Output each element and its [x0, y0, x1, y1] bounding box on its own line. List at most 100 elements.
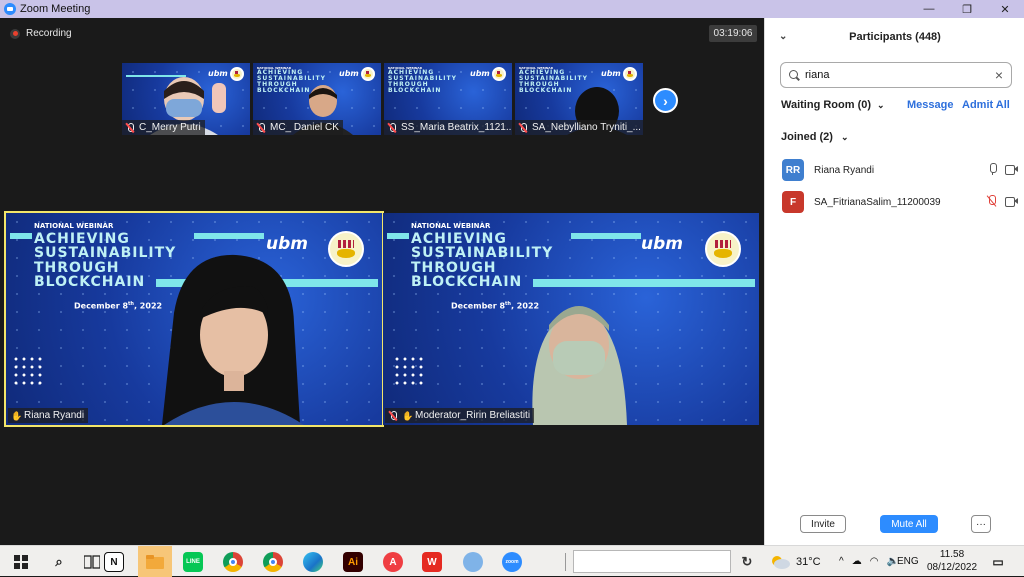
clock[interactable]: 11.58 08/12/2022 [926, 548, 978, 574]
speaker-video [162, 254, 304, 425]
participant-row[interactable]: F SA_FitrianaSalim_11200039 [782, 190, 1018, 214]
thumbnail-name-tag: C_Merry Putri [122, 120, 205, 135]
zoom-icon[interactable]: zoom [502, 552, 522, 572]
close-icon[interactable]: ✕ [986, 0, 1024, 18]
seal-logo [328, 231, 364, 267]
notification-icon[interactable]: ▭ [988, 552, 1008, 572]
seal-logo [492, 67, 506, 81]
record-icon [10, 28, 20, 39]
address-field[interactable] [573, 550, 731, 573]
wifi-icon[interactable]: ◠ [870, 556, 879, 567]
participant-name: C_Merry Putri [139, 122, 201, 133]
tile-name-tag: ✋ Moderator_Ririn Breliastiti [385, 408, 535, 423]
window-controls: — ❐ ✕ [910, 0, 1024, 18]
window-title: Zoom Meeting [20, 3, 91, 15]
ubm-logo: ubm [641, 234, 683, 254]
windows-start-icon[interactable] [11, 552, 31, 572]
camera-icon[interactable] [1005, 164, 1018, 175]
ubm-logo: ubm [601, 69, 621, 78]
participant-tile[interactable]: NATIONAL WEBINAR ACHIEVING SUSTAINABILITY… [383, 213, 759, 425]
more-options-button[interactable]: ··· [971, 515, 991, 533]
video-thumbnail[interactable]: NATIONAL WEBINAR ACHIEVING SUSTAINABILITY… [515, 63, 643, 135]
mic-icon[interactable] [988, 163, 997, 175]
joined-header[interactable]: Joined (2) ⌄ [781, 131, 849, 143]
participant-name: Moderator_Ririn Breliastiti [415, 410, 531, 421]
mic-muted-icon [125, 122, 135, 133]
mic-muted-icon [387, 122, 397, 133]
date: 08/12/2022 [926, 562, 978, 573]
camera-icon[interactable] [1005, 196, 1018, 207]
time: 11.58 [939, 549, 965, 560]
thumbnail-name-tag: MC_ Daniel CK [253, 120, 343, 135]
tile-name-tag: ✋ Riana Ryandi [8, 408, 89, 423]
wps-office-icon[interactable]: W [422, 552, 442, 572]
participant-search[interactable]: × [780, 62, 1012, 88]
moderator-video [532, 306, 627, 425]
active-speaker-tile[interactable]: NATIONAL WEBINAR ACHIEVING SUSTAINABILITY… [4, 211, 384, 427]
input-language[interactable]: ENG [897, 546, 919, 577]
message-link[interactable]: Message [907, 99, 953, 111]
clear-search-icon[interactable]: × [995, 67, 1003, 83]
chrome-icon[interactable] [223, 552, 243, 572]
thumbnail-name-tag: SA_Nebylliano Tryniti_... [515, 120, 643, 135]
refresh-icon[interactable]: ↻ [737, 552, 757, 572]
waiting-room-header[interactable]: Waiting Room (0) ⌄ [781, 99, 885, 111]
panel-title: Participants (448) [849, 31, 941, 43]
hand-icon: ✋ [402, 410, 414, 421]
ubm-logo: ubm [339, 69, 359, 78]
illustrator-icon[interactable]: Ai [343, 552, 363, 572]
anydesk-icon[interactable]: A [383, 552, 403, 572]
task-view-icon[interactable] [82, 552, 102, 572]
hand-icon: ✋ [11, 410, 23, 421]
system-tray: ^ ☁ ◠ 🔈 [839, 546, 899, 577]
participant-name: SS_Maria Beatrix_1121... [401, 122, 512, 133]
mic-muted-icon [256, 122, 266, 133]
participant-name: SA_FitrianaSalim_11200039 [814, 196, 941, 208]
title-bar: Zoom Meeting — ❐ ✕ [0, 0, 1024, 18]
webinar-label: NATIONAL WEBINAR [411, 222, 491, 230]
zoom-app-icon [4, 3, 16, 15]
admit-all-link[interactable]: Admit All [962, 99, 1010, 111]
avatar: RR [782, 159, 804, 181]
recording-indicator[interactable]: Recording [10, 28, 72, 39]
participant-name: Riana Ryandi [814, 164, 875, 176]
video-thumbnail[interactable]: NATIONAL WEBINAR ACHIEVING SUSTAINABILITY… [253, 63, 381, 135]
video-thumbnail[interactable]: NATIONAL WEBINAR ACHIEVING SUSTAINABILITY… [384, 63, 512, 135]
ubm-logo: ubm [266, 234, 308, 254]
webinar-label: NATIONAL WEBINAR [34, 222, 114, 230]
restore-icon[interactable]: ❐ [948, 0, 986, 18]
meeting-timer: 03:19:06 [709, 25, 757, 42]
avatar: F [782, 191, 804, 213]
participant-name: MC_ Daniel CK [270, 122, 339, 133]
chevron-up-icon[interactable]: ^ [839, 556, 844, 567]
video-thumbnail[interactable]: ubm C_Merry Putri [122, 63, 250, 135]
mic-muted-icon[interactable] [986, 195, 996, 207]
minimize-icon[interactable]: — [910, 0, 948, 18]
search-icon[interactable]: ⌕ [49, 552, 69, 572]
notion-icon[interactable]: N [104, 552, 124, 572]
participants-panel: ⌄ Participants (448) × Waiting Room (0) … [764, 18, 1024, 545]
weather-widget[interactable]: 31°C [770, 546, 821, 577]
edge-icon[interactable] [303, 552, 323, 572]
weather-icon [772, 555, 790, 569]
meeting-area: Recording 03:19:06 ubm C_Merry Putri NAT… [0, 18, 764, 545]
network-app-icon[interactable] [463, 552, 483, 572]
chevron-down-icon: ⌄ [877, 99, 885, 110]
participant-name: SA_Nebylliano Tryniti_... [532, 122, 641, 133]
chevron-right-icon: › [663, 92, 668, 109]
thumbnail-name-tag: SS_Maria Beatrix_1121... [384, 120, 512, 135]
chevron-down-icon: ⌄ [840, 131, 849, 142]
line-icon[interactable]: LINE [183, 552, 203, 572]
chrome-icon[interactable] [263, 552, 283, 572]
chevron-down-icon[interactable]: ⌄ [779, 31, 787, 42]
ubm-logo: ubm [470, 69, 490, 78]
mute-all-button[interactable]: Mute All [880, 515, 938, 533]
temperature: 31°C [796, 555, 821, 568]
invite-button[interactable]: Invite [800, 515, 846, 533]
next-page-button[interactable]: › [653, 88, 678, 113]
search-input[interactable] [805, 69, 990, 81]
participant-row[interactable]: RR Riana Ryandi [782, 158, 1018, 182]
cloud-icon[interactable]: ☁ [852, 556, 862, 567]
seal-logo [361, 67, 375, 81]
file-explorer-icon[interactable] [138, 546, 172, 577]
